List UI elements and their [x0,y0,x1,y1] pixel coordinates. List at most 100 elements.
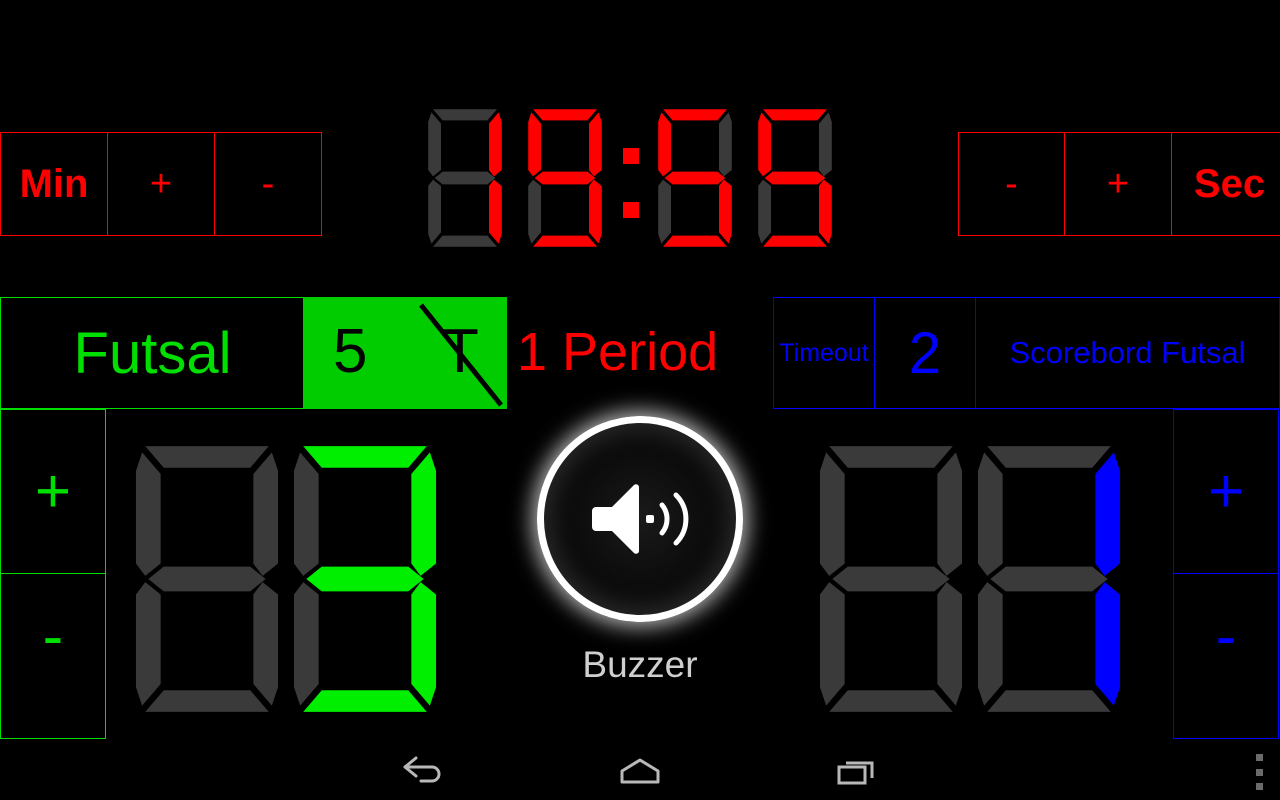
home-score-ones-digit [286,440,444,723]
segment-f [658,111,671,176]
segment-a [763,108,827,120]
segment-a [303,446,427,468]
segment-e [293,582,319,706]
segment-b [589,111,602,176]
away-minus-label: - [1215,602,1237,671]
segment-f [428,111,441,176]
recents-icon [837,761,874,785]
minutes-minus-label: - [261,162,275,205]
seconds-plus-label: + [1106,162,1130,205]
clock-minutes-tens-digit [415,106,515,255]
segment-a [533,108,597,120]
minutes-label-button[interactable]: Min [0,132,108,236]
app-title: Scorebord Futsal [1009,335,1246,370]
segment-e [819,582,845,706]
segment-g [832,566,950,592]
timeout-label: Timeout [779,338,869,367]
segment-a [987,446,1111,468]
android-navigation-bar [0,742,1280,800]
timeout-panel: Timeout 2 Scorebord Futsal [773,297,1280,409]
home-score-minus-button[interactable]: - [0,574,106,739]
segment-a [663,108,727,120]
away-score-tens-digit [812,440,970,723]
clock-seconds-ones-digit [745,106,845,255]
segment-e [428,179,441,244]
seconds-plus-button[interactable]: + [1065,132,1172,236]
segment-g [764,171,826,184]
minutes-minus-button[interactable]: - [215,132,322,236]
segment-a [829,446,953,468]
clock-seconds-tens-digit [645,106,745,255]
segment-d [763,235,827,247]
segment-a [433,108,497,120]
home-fouls-block[interactable]: 5 T [303,297,507,409]
away-score-display[interactable] [812,440,1128,723]
timeout-count-cell[interactable]: 2 [875,297,976,409]
away-score-controls: + - [1173,409,1279,739]
segment-c [589,179,602,244]
segment-e [658,179,671,244]
segment-e [977,582,1003,706]
scoreboard-app: Min + - - + Sec Futsal 5 1 Period Timeou… [0,0,1280,800]
segment-b [1095,452,1121,576]
buzzer-button[interactable] [537,416,743,622]
segment-d [303,690,427,712]
period-label: 1 Period [517,322,719,382]
segment-e [758,179,771,244]
home-score-display[interactable] [128,440,444,723]
segment-c [819,179,832,244]
home-score-tens-digit [128,440,286,723]
overflow-dot-1 [1255,754,1263,761]
segment-c [937,582,963,706]
segment-d [533,235,597,247]
minutes-plus-label: + [149,162,173,205]
segment-d [829,690,953,712]
minutes-plus-button[interactable]: + [108,132,215,236]
segment-g [434,171,496,184]
home-score-plus-button[interactable]: + [0,409,106,574]
seconds-minus-button[interactable]: - [958,132,1065,236]
home-icon [620,758,660,784]
recents-button[interactable] [802,742,912,800]
home-minus-label: - [42,602,64,671]
away-score-minus-button[interactable]: - [1173,574,1279,739]
segment-g [664,171,726,184]
home-button[interactable] [585,742,695,800]
segment-c [489,179,502,244]
seconds-label-button[interactable]: Sec [1172,132,1280,236]
app-title-cell[interactable]: Scorebord Futsal [976,297,1280,409]
away-score-plus-button[interactable]: + [1173,409,1279,574]
seconds-minus-label: - [1005,162,1018,205]
segment-g [534,171,596,184]
timeout-strikethrough-icon [419,303,503,407]
buzzer-control[interactable]: Buzzer [528,416,752,706]
segment-b [253,452,279,576]
segment-g [306,566,424,592]
overflow-dot-3 [1255,783,1263,790]
overflow-dot-2 [1255,768,1263,776]
segment-g [990,566,1108,592]
segment-c [253,582,279,706]
segment-f [293,452,319,576]
home-plus-label: + [34,456,72,526]
period-indicator[interactable]: 1 Period [517,300,767,404]
segment-b [411,452,437,576]
segment-d [145,690,269,712]
overflow-menu-button[interactable] [1248,754,1270,790]
segment-c [1095,582,1121,706]
game-clock[interactable] [415,108,865,252]
timeout-button[interactable]: Timeout [773,297,875,409]
back-button[interactable] [369,742,479,800]
segment-c [411,582,437,706]
home-score-controls: + - [0,409,106,739]
clock-minutes-ones-digit [515,106,615,255]
minutes-label: Min [19,161,89,206]
segment-f [977,452,1003,576]
segment-b [489,111,502,176]
segment-f [819,452,845,576]
segment-f [758,111,771,176]
segment-g [148,566,266,592]
sport-mode-button[interactable]: Futsal [0,297,305,409]
segment-d [663,235,727,247]
colon-dot-bottom [623,202,639,218]
